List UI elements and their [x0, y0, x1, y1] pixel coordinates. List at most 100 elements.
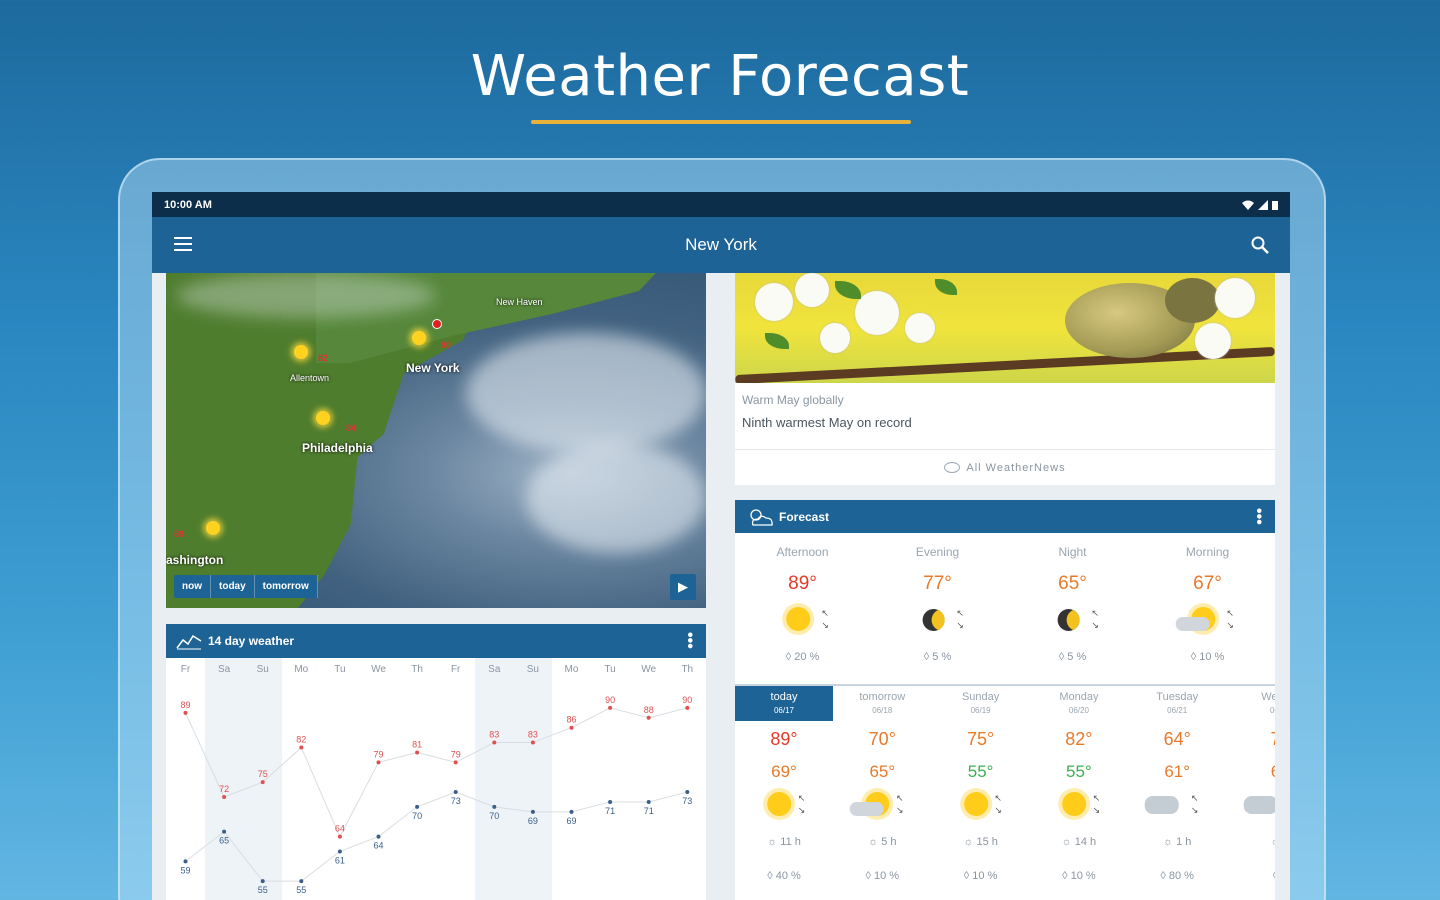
location-title[interactable]: New York	[685, 235, 757, 255]
trend-chart-icon	[176, 634, 202, 650]
forecast-header: Forecast •••	[735, 500, 1275, 533]
sunshine-hours: ☼ 14 h	[1061, 836, 1097, 848]
app-bar: New York	[152, 217, 1290, 273]
sun-icon	[767, 792, 792, 816]
precip-value: 20 %	[794, 651, 820, 663]
low-temp-point	[260, 879, 265, 884]
map-tab-tomorrow[interactable]: tomorrow	[255, 575, 318, 598]
status-icons	[1242, 199, 1278, 210]
day-forecast-today[interactable]: today 06/17 89° 69° ↖ ↘ ☼ 11 h ◊ 40 %	[735, 686, 833, 900]
forecast-title: Forecast	[779, 509, 830, 524]
high-temp-point	[299, 745, 304, 750]
cloud-icon	[849, 802, 884, 816]
sun-icon	[785, 607, 810, 631]
map-temp: 90	[441, 340, 452, 350]
low-temp-label: 55	[296, 885, 306, 895]
sunshine-value: 1 h	[1176, 836, 1192, 848]
play-button[interactable]: ▶	[670, 574, 696, 600]
city-label: ashington	[166, 553, 224, 567]
day-date: 06/20	[1068, 706, 1089, 715]
low-temp-point	[453, 790, 458, 795]
map-temp: 89	[174, 529, 185, 539]
high-temp-label: 90	[682, 695, 692, 705]
battery-icon	[1272, 200, 1278, 210]
14-day-title: 14 day weather	[208, 634, 295, 648]
wind-icon: ↖ ↘	[1092, 793, 1101, 815]
low-temp-label: 70	[489, 811, 499, 821]
day-header: today 06/17	[735, 686, 833, 721]
wifi-icon	[1242, 200, 1254, 210]
day-name: tomorrow	[859, 691, 906, 703]
low-temp-label: 55	[258, 885, 268, 895]
wind-icon: ↖ ↘	[797, 793, 806, 815]
low-temp-point	[608, 799, 613, 804]
high-temp-point	[453, 760, 458, 765]
high-temp-point	[492, 740, 497, 745]
day-header: tomorrow 06/18	[833, 686, 931, 721]
low-temp-label: 73	[451, 796, 461, 806]
forecast-period[interactable]: Morning 67° ↖ ↘ ◊ 10 %	[1140, 533, 1275, 683]
status-time: 10:00 AM	[164, 198, 212, 211]
day-high: 70°	[868, 729, 896, 749]
high-temp-label: 90	[605, 695, 615, 705]
weather-map[interactable]: 82 84 89 90 New York Philadelphia ashing…	[166, 273, 706, 608]
low-temp-point	[492, 804, 497, 809]
precip-value: 10 %	[874, 870, 900, 882]
day-date: 06/18	[872, 706, 893, 715]
news-headline[interactable]: Ninth warmest May on record	[735, 407, 1275, 430]
more-options-icon[interactable]: •••	[1250, 508, 1267, 525]
sunshine-hours: ☼ 1 h	[1162, 836, 1192, 848]
precip-value: 10 %	[1199, 651, 1225, 663]
forecast-period[interactable]: Night 65° ↖ ↘ ◊ 5 %	[1005, 533, 1140, 683]
news-card[interactable]: Warm May globally Ninth warmest May on r…	[735, 273, 1275, 485]
day-low: 69°	[771, 762, 797, 781]
search-icon[interactable]	[1250, 235, 1270, 255]
cloud-icon	[1175, 617, 1210, 631]
day-name: Wedn	[1261, 691, 1275, 703]
low-temp-point	[299, 879, 304, 884]
day-low: 65°	[869, 762, 896, 781]
high-temp-point	[685, 705, 690, 710]
low-temp-point	[569, 809, 574, 814]
day-forecast-item[interactable]: Monday 06/20 82° 55° ↖ ↘ ☼ 14 h ◊ 10 %	[1030, 686, 1128, 900]
day-header: Monday 06/20	[1030, 686, 1128, 721]
hamburger-menu-icon[interactable]	[174, 237, 192, 251]
day-forecast-item[interactable]: Tuesday 06/21 64° 61° ↖ ↘ ☼ 1 h ◊ 80 %	[1128, 686, 1226, 900]
precip-chance: ◊ 20 %	[785, 651, 820, 663]
map-tab-today[interactable]: today	[211, 575, 255, 598]
day-header: Wedn 06/	[1227, 686, 1275, 721]
wind-icon: ↖ ↘	[821, 608, 829, 630]
day-high: 82°	[1065, 729, 1093, 749]
day-header: Sunday 06/19	[932, 686, 1030, 721]
moon-icon	[922, 609, 945, 631]
city-label: New York	[406, 361, 460, 375]
forecast-period[interactable]: Afternoon 89° ↖ ↘ ◊ 20 %	[735, 533, 870, 683]
high-temp-point	[608, 705, 613, 710]
sun-icon	[963, 792, 988, 816]
map-tab-now[interactable]: now	[174, 575, 211, 598]
moon-icon	[1057, 609, 1080, 631]
day-name: Monday	[1059, 691, 1099, 703]
day-high: 64°	[1163, 729, 1191, 749]
day-forecast-item[interactable]: Sunday 06/19 75° 55° ↖ ↘ ☼ 15 h ◊ 10 %	[932, 686, 1030, 900]
map-temp: 82	[318, 353, 329, 363]
day-low: 61°	[1164, 762, 1191, 781]
high-temp-label: 79	[373, 749, 383, 759]
low-temp-point	[183, 859, 188, 864]
city-label: Philadelphia	[302, 441, 373, 455]
precip-value: 10 %	[1070, 870, 1096, 882]
all-weathernews-label: All WeatherNews	[966, 461, 1066, 474]
wind-icon: ↖ ↘	[994, 793, 1002, 815]
low-temp-point	[222, 829, 227, 834]
daily-forecast-strip: today 06/17 89° 69° ↖ ↘ ☼ 11 h ◊ 40 % tomorrow 06…	[735, 684, 1275, 900]
location-pin-icon[interactable]	[432, 319, 442, 329]
forecast-period[interactable]: Evening 77° ↖ ↘ ◊ 5 %	[870, 533, 1005, 683]
all-weathernews-link[interactable]: All WeatherNews	[735, 449, 1275, 485]
high-temp-point	[260, 780, 265, 785]
more-options-icon[interactable]: •••	[681, 632, 698, 649]
sun-marker	[294, 345, 308, 359]
period-temp: 67°	[1193, 573, 1222, 594]
day-forecast-item[interactable]: tomorrow 06/18 70° 65° ↖ ↘ ☼ 5 h ◊ 10 %	[833, 686, 931, 900]
day-forecast-item[interactable]: Wedn06/76↖↘☼ ◊	[1227, 686, 1275, 900]
wind-icon: ↖ ↘	[1226, 608, 1234, 630]
